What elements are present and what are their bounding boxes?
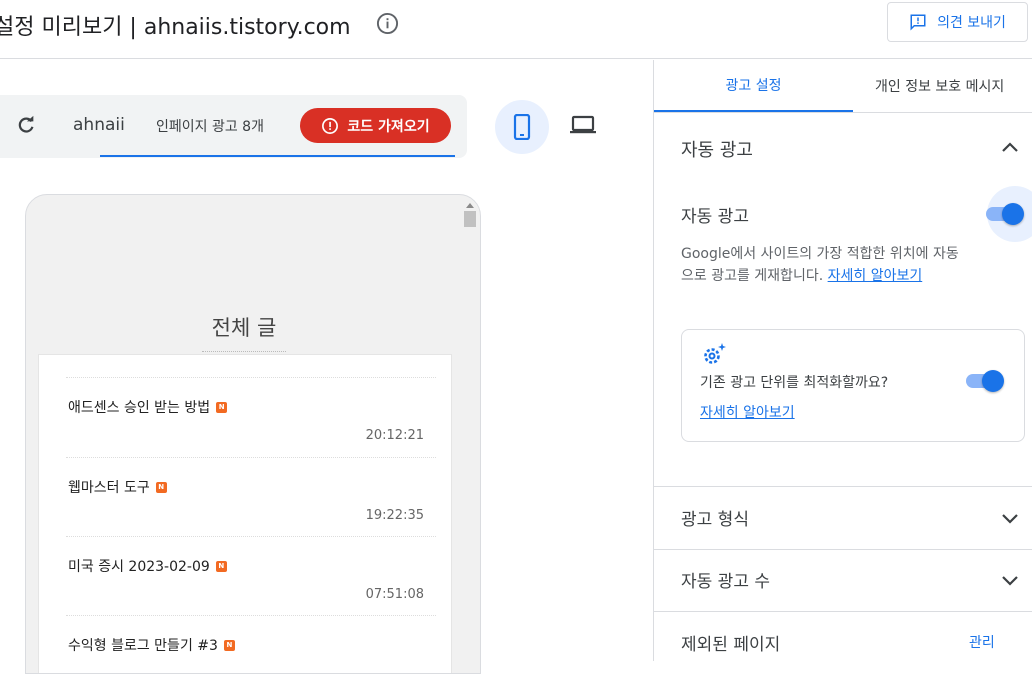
scroll-up-arrow[interactable] [466,203,474,208]
scrollbar-thumb[interactable] [464,211,476,227]
preview-area: ahnaii 인페이지 광고 8개 코드 가져오기 전체 글 애드센스 승인 받… [0,60,653,674]
auto-ads-toggle-label: 자동 광고 [681,207,749,227]
new-badge: N [216,401,228,413]
list-item[interactable]: 애드센스 승인 받는 방법 N 20:12:21 [66,377,436,456]
alert-icon [322,117,339,134]
settings-panel: 광고 설정 개인 정보 보호 메시지 자동 광고 자동 광고 Google에서 … [653,60,1032,661]
post-title: 웹마스터 도구 [68,480,150,496]
optimize-units-card: 기존 광고 단위를 최적화할까요? 자세히 알아보기 [681,329,1025,442]
excluded-pages-title: 제외된 페이지 [681,635,781,655]
auto-ads-section-title[interactable]: 자동 광고 [681,136,753,162]
chevron-down-icon[interactable] [1000,508,1020,528]
mobile-preview-frame: 전체 글 애드센스 승인 받는 방법 N 20:12:21 웹마스터 도구 N 19… [25,194,481,674]
refresh-icon[interactable] [15,114,37,136]
laptop-icon [570,115,596,134]
feedback-label: 의견 보내기 [937,15,1006,31]
new-badge: N [223,639,235,651]
gear-sparkle-icon [704,343,726,364]
tab-privacy-messages[interactable]: 개인 정보 보호 메시지 [853,60,1032,112]
inpage-ads-count: 인페이지 광고 8개 [156,119,264,135]
page-title: 설정 미리보기 | ahnaiis.tistory.com [0,15,351,40]
send-feedback-button[interactable]: 의견 보내기 [887,2,1028,42]
section-divider [654,549,1032,550]
list-item[interactable]: 웹마스터 도구 N 19:22:35 [66,457,436,536]
ad-load-title[interactable]: 자동 광고 수 [681,567,770,592]
optimize-learn-more-link[interactable]: 자세히 알아보기 [700,402,795,422]
tab-ad-settings[interactable]: 광고 설정 [654,60,853,112]
desktop-view-button[interactable] [560,102,606,148]
post-list: 애드센스 승인 받는 방법 N 20:12:21 웹마스터 도구 N 19:22:3… [38,354,452,673]
manage-link[interactable]: 관리 [969,632,995,652]
optimize-question: 기존 광고 단위를 최적화할까요? [700,375,889,391]
post-time: 07:51:08 [365,587,424,602]
new-badge: N [215,560,227,572]
tabs-divider [654,112,1032,113]
optimize-units-toggle[interactable] [966,369,1004,392]
get-code-label: 코드 가져오기 [347,118,430,135]
chevron-up-icon[interactable] [1000,138,1020,158]
phone-icon [513,114,531,140]
get-code-button[interactable]: 코드 가져오기 [300,108,451,143]
new-badge: N [155,481,167,493]
top-bar: 설정 미리보기 | ahnaiis.tistory.com 의견 보내기 [0,0,1032,59]
section-divider [654,611,1032,612]
post-title: 애드센스 승인 받는 방법 [68,400,211,416]
feedback-icon [910,14,926,31]
post-time: 19:22:35 [365,508,424,523]
post-title: 미국 증시 2023-02-09 [68,559,210,575]
ad-formats-title[interactable]: 광고 형식 [681,505,749,530]
active-indicator [100,155,455,157]
auto-ads-toggle[interactable] [986,202,1024,225]
heading-divider [202,351,286,352]
list-item[interactable]: 수익형 블로그 만들기 #3 N [66,615,436,673]
info-icon[interactable] [376,12,399,35]
post-time: 20:12:21 [365,428,424,443]
learn-more-link[interactable]: 자세히 알아보기 [828,268,923,284]
section-divider [654,486,1032,487]
site-name: ahnaii [73,115,125,135]
list-item[interactable]: 미국 증시 2023-02-09 N 07:51:08 [66,536,436,615]
chevron-down-icon[interactable] [1000,570,1020,590]
post-title: 수익형 블로그 만들기 #3 [68,638,218,654]
auto-ads-description: Google에서 사이트의 가장 적합한 위치에 자동으로 광고를 게재합니다.… [681,243,966,287]
blog-page-heading: 전체 글 [211,316,277,340]
mobile-view-button[interactable] [495,100,549,154]
